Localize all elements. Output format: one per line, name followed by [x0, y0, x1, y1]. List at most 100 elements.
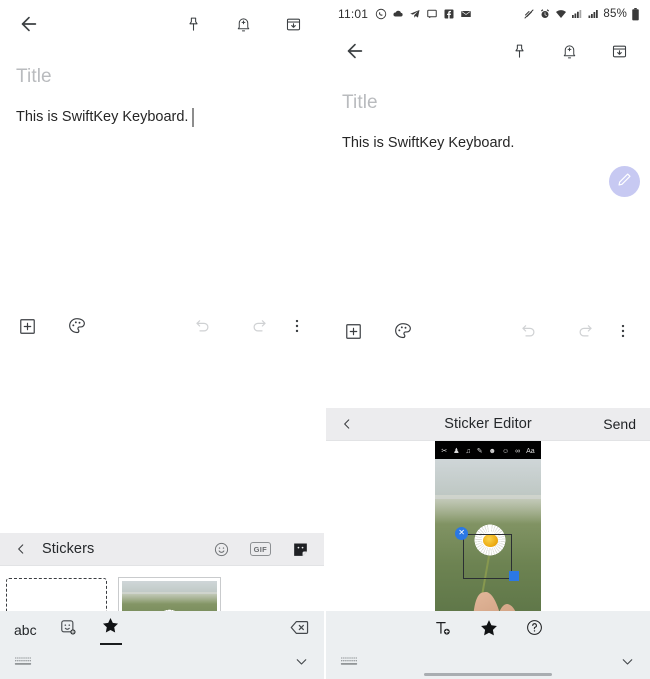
right-note-area: Title This is SwiftKey Keyboard. [326, 74, 650, 197]
left-toolbar-right-group [282, 311, 312, 341]
facebook-icon [443, 8, 455, 20]
crop-icon[interactable]: ✂ [441, 448, 447, 455]
chevron-left-icon[interactable] [14, 542, 28, 556]
note-body-row[interactable]: This is SwiftKey Keyboard. [16, 106, 308, 128]
dual-screenshot-container: Title This is SwiftKey Keyboard. Sticker… [0, 0, 650, 679]
redo-icon[interactable] [570, 316, 600, 346]
wifi-icon [555, 8, 567, 20]
signal-icon [571, 8, 583, 20]
left-toolbar-left-group [12, 311, 92, 341]
link-icon[interactable]: ∞ [515, 448, 520, 455]
left-appbar-actions [178, 9, 308, 39]
note-body-text: This is SwiftKey Keyboard. [16, 109, 189, 125]
send-button[interactable]: Send [603, 416, 636, 432]
vibrate-off-icon [523, 8, 535, 20]
delete-selection-handle[interactable]: ✕ [455, 526, 469, 540]
signal-bars-icon [587, 8, 599, 20]
left-keyboard: Stickers GIF abc [0, 533, 324, 679]
chevron-down-icon[interactable] [619, 653, 636, 675]
cloud-upload-icon [392, 8, 404, 20]
emoji-icon[interactable] [213, 541, 230, 558]
reminder-bell-icon[interactable] [554, 36, 584, 66]
mail-icon [460, 8, 472, 20]
battery-percentage: 85% [603, 8, 627, 20]
undo-icon[interactable] [514, 316, 544, 346]
reminder-bell-icon[interactable] [228, 9, 258, 39]
text-caret [192, 107, 194, 127]
archive-icon[interactable] [278, 9, 308, 39]
more-vertical-icon[interactable] [608, 316, 638, 346]
sticker-icon[interactable]: ☻ [489, 448, 496, 455]
sticker-icon[interactable] [291, 540, 310, 559]
backspace-icon[interactable] [289, 617, 310, 643]
canvas-tool-icons[interactable]: ✂ ♟ ♫ ✎ ☻ ☺ ∞ Aa [435, 445, 541, 458]
left-note-area: Title This is SwiftKey Keyboard. [0, 48, 324, 128]
status-bar: 11:01 85% [326, 0, 650, 28]
abc-key[interactable]: abc [14, 622, 37, 638]
right-appbar [326, 28, 650, 74]
emoji-icon[interactable]: ☺ [502, 448, 509, 455]
keyboard-icon[interactable] [340, 655, 358, 673]
right-keyboard-bottom [326, 611, 650, 679]
star-icon[interactable] [479, 618, 499, 643]
music-icon[interactable]: ♫ [465, 448, 470, 455]
sticker-panel-header: Stickers GIF [0, 533, 324, 566]
undo-icon[interactable] [188, 311, 218, 341]
left-keyboard-tabs: abc [14, 616, 122, 645]
stamp-icon[interactable]: ♟ [453, 448, 459, 455]
help-circle-icon[interactable] [525, 618, 544, 642]
pen-icon[interactable]: ✎ [477, 448, 483, 455]
star-icon [101, 616, 120, 640]
status-bar-left: 11:01 [338, 7, 472, 21]
add-box-icon[interactable] [12, 311, 42, 341]
left-keyboard-row-secondary [0, 649, 324, 679]
redo-icon[interactable] [244, 311, 274, 341]
gif-icon[interactable]: GIF [249, 542, 271, 556]
flag-icon [426, 8, 438, 20]
right-note-toolbar [326, 313, 650, 349]
emoji-add-icon[interactable] [59, 618, 78, 642]
right-keyboard-row-primary [326, 611, 650, 649]
resize-selection-handle[interactable] [509, 570, 520, 581]
sticker-editor-header: Sticker Editor Send [326, 408, 650, 441]
chevron-left-icon[interactable] [340, 417, 354, 431]
left-keyboard-row-primary: abc [0, 611, 324, 649]
alarm-icon [539, 8, 551, 20]
text-aa-icon[interactable]: Aa [526, 448, 535, 455]
archive-icon[interactable] [604, 36, 634, 66]
pin-icon[interactable] [178, 9, 208, 39]
sticker-panel-tools: GIF [213, 540, 310, 559]
palette-icon[interactable] [62, 311, 92, 341]
selection-box[interactable] [462, 533, 513, 580]
keyboard-icon[interactable] [14, 655, 32, 673]
palette-icon[interactable] [388, 316, 418, 346]
telegram-icon [409, 8, 421, 20]
right-screen: 11:01 85% Title This is SwiftKey Keyboar… [326, 0, 650, 679]
text-add-icon[interactable] [433, 618, 453, 643]
note-title-placeholder[interactable]: Title [342, 90, 634, 116]
edit-pencil-icon [616, 171, 633, 193]
active-tab-underline [99, 642, 122, 645]
right-keyboard: Sticker Editor Send ✂ ♟ ♫ ✎ ☻ ☺ ∞ Aa ✕ [326, 408, 650, 679]
left-note-toolbar [0, 308, 324, 344]
left-toolbar-history-group [188, 311, 274, 341]
back-icon[interactable] [340, 36, 370, 66]
note-title-placeholder[interactable]: Title [16, 64, 308, 90]
sticker-panel-title: Stickers [42, 541, 95, 557]
more-vertical-icon[interactable] [282, 311, 312, 341]
left-screen: Title This is SwiftKey Keyboard. Sticker… [0, 0, 324, 679]
edit-pencil-fab[interactable] [609, 166, 640, 197]
pin-icon[interactable] [504, 36, 534, 66]
left-appbar [0, 0, 324, 48]
add-box-icon[interactable] [338, 316, 368, 346]
chevron-down-icon[interactable] [293, 653, 310, 675]
sticker-tab-star[interactable] [99, 616, 122, 645]
right-appbar-actions [504, 36, 634, 66]
back-icon[interactable] [14, 9, 44, 39]
right-toolbar-left-group [338, 316, 418, 346]
battery-icon [631, 7, 640, 21]
sticker-editor-title: Sticker Editor [444, 416, 532, 432]
note-body-row[interactable]: This is SwiftKey Keyboard. [342, 132, 634, 154]
left-keyboard-bottom: abc [0, 611, 324, 679]
right-toolbar-right-group [608, 316, 638, 346]
